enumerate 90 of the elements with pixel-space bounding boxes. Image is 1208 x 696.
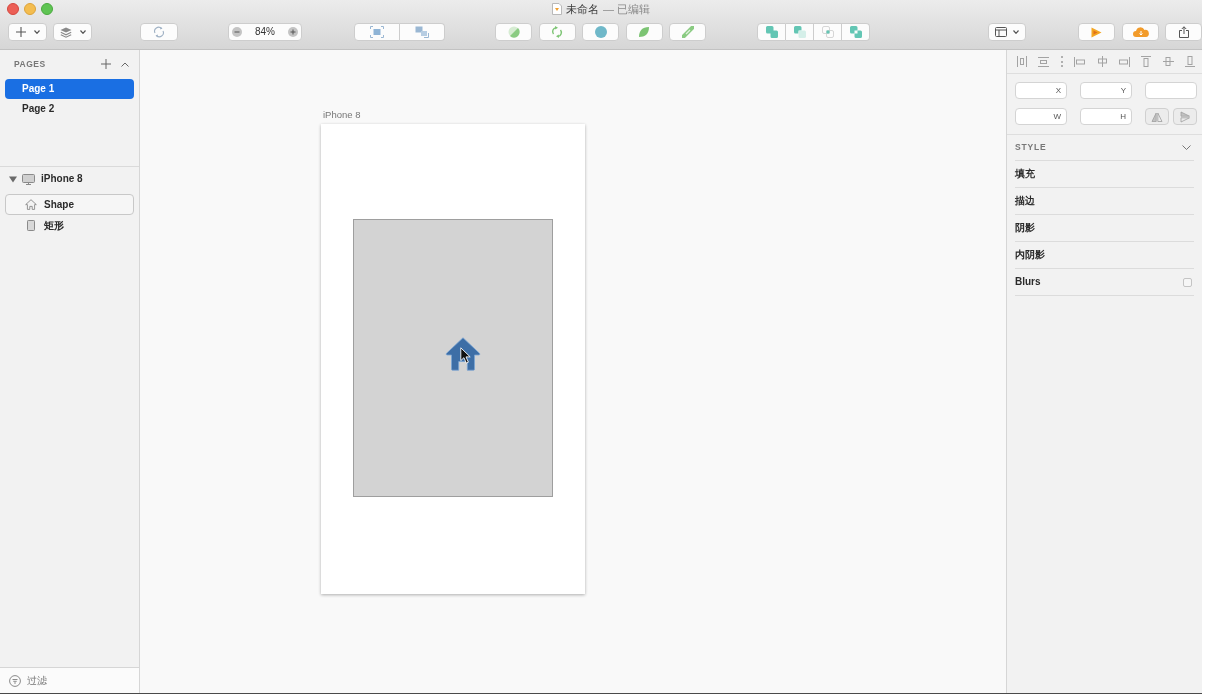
toolbar-button[interactable]	[625, 23, 663, 41]
framed-square-icon	[370, 26, 384, 38]
flip-vertical-icon	[1180, 110, 1190, 123]
style-section-label[interactable]: 填充	[1015, 169, 1035, 179]
minimize-button[interactable]	[24, 2, 36, 15]
distribute-horizontal-icon[interactable]	[1017, 56, 1027, 67]
window-status: — 已编辑	[602, 3, 651, 15]
style-section-label[interactable]: 阴影	[1015, 223, 1035, 233]
toolbar-button[interactable]	[140, 23, 178, 41]
zoom-button[interactable]	[41, 2, 53, 15]
capsule-icon	[681, 26, 694, 38]
flip-horizontal-icon	[1151, 111, 1163, 122]
union-icon	[765, 26, 778, 38]
insert-button[interactable]	[8, 23, 47, 41]
cloud-button[interactable]	[1122, 23, 1159, 41]
zoom-level: 84%	[255, 27, 275, 37]
filter-input[interactable]: 过滤	[27, 672, 127, 689]
sidebar-layout-icon	[995, 27, 1007, 37]
subtract-button[interactable]	[786, 23, 814, 41]
preview-button[interactable]	[1078, 23, 1115, 41]
plus-icon	[15, 27, 26, 37]
layer-item[interactable]: 矩形	[5, 215, 134, 236]
align-middle-icon[interactable]	[1162, 56, 1174, 67]
chevron-down-icon[interactable]	[1182, 145, 1191, 150]
difference-icon	[849, 26, 862, 38]
toolbar-button[interactable]	[538, 23, 576, 41]
filter-icon	[9, 674, 21, 687]
union-button[interactable]	[757, 23, 786, 41]
chevron-up-icon[interactable]	[121, 61, 129, 67]
flip-horizontal-button[interactable]	[1145, 108, 1169, 125]
pages-header: PAGES	[14, 59, 46, 69]
style-section-label[interactable]: 描边	[1015, 196, 1035, 206]
layers-button[interactable]	[53, 23, 92, 41]
close-button[interactable]	[7, 2, 19, 15]
artboard-label: iPhone 8	[323, 110, 361, 120]
cursor-icon	[460, 347, 471, 364]
toolbar-button[interactable]	[400, 23, 445, 41]
input-field[interactable]: W	[1015, 108, 1067, 125]
align-center-icon[interactable]	[1096, 56, 1108, 67]
document-icon	[551, 3, 562, 15]
align-top-icon[interactable]	[1141, 56, 1152, 67]
monitor-icon	[22, 173, 35, 185]
window-title: 未命名	[565, 3, 599, 15]
input-field[interactable]: Y	[1080, 82, 1132, 99]
layer-item[interactable]: iPhone 8	[0, 167, 139, 191]
difference-button[interactable]	[842, 23, 870, 41]
align-left-icon[interactable]	[1074, 56, 1086, 67]
play-icon	[1091, 26, 1102, 38]
toolbar-button[interactable]	[669, 23, 706, 41]
style-section-label[interactable]: Blurs	[1015, 277, 1041, 287]
toolbar-button[interactable]	[495, 23, 532, 41]
rectangle-icon	[26, 220, 35, 231]
page-item[interactable]: Page 1	[5, 79, 134, 99]
intersect-button[interactable]	[814, 23, 842, 41]
flip-vertical-button[interactable]	[1173, 108, 1197, 125]
stacked-squares-icon	[415, 26, 429, 38]
align-right-icon[interactable]	[1118, 56, 1130, 67]
intersect-icon	[821, 26, 834, 38]
style-section-label[interactable]: 内阴影	[1015, 250, 1045, 260]
checkbox[interactable]	[1183, 277, 1192, 287]
caret-icon	[33, 30, 40, 34]
input-field[interactable]: X	[1015, 82, 1067, 99]
align-bottom-icon[interactable]	[1185, 56, 1195, 67]
toolbar-button[interactable]	[354, 23, 400, 41]
layer-item[interactable]: Shape	[5, 194, 134, 215]
leaf-icon	[638, 26, 650, 38]
layers-icon	[59, 26, 72, 38]
filter-field[interactable]: 过滤	[0, 667, 139, 693]
zoom-in-icon[interactable]	[288, 27, 298, 37]
distribute-vertical-icon[interactable]	[1038, 56, 1050, 67]
circular-arrows-icon	[551, 26, 563, 38]
house-icon	[24, 199, 37, 210]
half-circle-icon	[507, 26, 520, 38]
cloud-icon	[1132, 27, 1149, 37]
share-button[interactable]	[1165, 23, 1202, 41]
circle-icon	[594, 26, 607, 38]
circular-arrows-icon	[153, 26, 165, 38]
view-button[interactable]	[988, 23, 1026, 41]
page-item[interactable]: Page 2	[5, 99, 134, 119]
caret-icon	[79, 30, 86, 34]
share-icon	[1178, 26, 1189, 38]
plus-icon[interactable]	[101, 59, 111, 69]
input-field[interactable]: H	[1080, 108, 1132, 125]
subtract-icon	[793, 26, 806, 38]
toolbar-button[interactable]	[582, 23, 619, 41]
disclosure-triangle-icon[interactable]	[9, 175, 17, 183]
zoom-out-icon[interactable]	[232, 27, 242, 37]
input-field[interactable]	[1145, 82, 1197, 99]
style-header: STYLE	[1015, 143, 1047, 152]
caret-icon	[1013, 30, 1019, 34]
